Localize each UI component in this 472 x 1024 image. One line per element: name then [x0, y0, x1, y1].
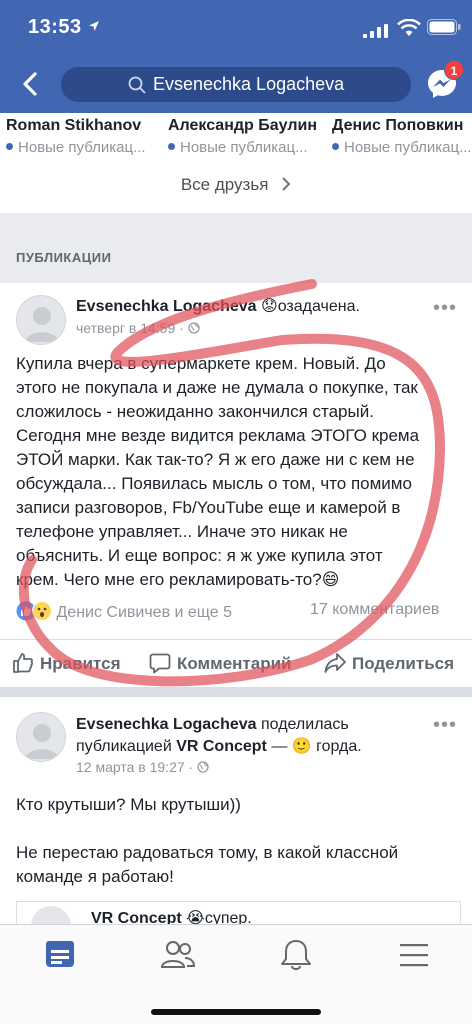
- comments-count[interactable]: 17 комментариев: [310, 601, 439, 619]
- share-icon: [324, 653, 346, 673]
- avatar-placeholder-icon: [25, 307, 59, 342]
- shared-feeling: супер.: [204, 910, 252, 924]
- like-button[interactable]: Нравится: [12, 652, 121, 674]
- post-card: Evsenechka Logacheva поделилась публикац…: [0, 697, 472, 924]
- signal-icon: [363, 24, 388, 38]
- post-author[interactable]: Evsenechka Logacheva: [76, 298, 257, 315]
- post-feeling: озадачена.: [277, 298, 360, 315]
- post-line: сложилось - неожиданно закончился старый…: [16, 402, 374, 421]
- news-feed-icon[interactable]: [40, 937, 80, 973]
- post-author-line: Evsenechka Logacheva 😟озадачена.: [76, 296, 360, 316]
- tab-bar: [0, 924, 472, 1024]
- post-time[interactable]: четверг в 14:59: [76, 320, 175, 336]
- back-icon[interactable]: [18, 70, 44, 98]
- grin-emoji: 😄: [321, 570, 340, 589]
- messenger-badge: 1: [444, 60, 464, 80]
- friends-icon[interactable]: [158, 937, 198, 973]
- shared-text-2: публикацией: [76, 738, 172, 755]
- status-time: 13:53: [28, 16, 82, 38]
- post-options-button[interactable]: •••: [433, 297, 457, 320]
- post-line: Не перестаю радоваться тому, в какой кла…: [16, 843, 399, 862]
- like-label: Нравится: [40, 654, 121, 673]
- share-button[interactable]: Поделиться: [324, 652, 454, 674]
- search-input[interactable]: Evsenechka Logacheva: [61, 67, 411, 102]
- top-bar: 13:53 Evsenechka Logacheva 1: [0, 0, 472, 113]
- avatar[interactable]: [16, 712, 66, 762]
- reactions-text: Денис Сивичев и еще 5: [56, 604, 233, 621]
- friend-subtitle: Новые публикац...: [6, 139, 146, 156]
- friend-subtitle: Новые публикац...: [332, 139, 472, 156]
- comment-icon: [149, 653, 171, 674]
- post-line: записи разговоров, Fb/YouTube еще и каме…: [16, 498, 401, 517]
- friend-subtitle: Новые публикац...: [168, 139, 317, 156]
- post-line: крем. Чего мне его рекламировать-то?😄: [16, 570, 340, 589]
- shared-post-card[interactable]: VR Concept 😭супер.: [16, 901, 461, 924]
- shared-page[interactable]: VR Concept: [176, 738, 267, 755]
- post-line: ЭТОЙ марки. Как так-то? Я ж его даже ни …: [16, 450, 415, 469]
- friend-item[interactable]: Александр Баулин Новые публикац...: [168, 117, 317, 156]
- globe-icon: [188, 322, 200, 334]
- feeling-emoji: 😭: [186, 910, 205, 924]
- post-line: Купила вчера в супермаркете крем. Новый.…: [16, 354, 386, 373]
- post-feeling: горда.: [316, 738, 362, 755]
- post-line: Кто крутыши? Мы крутыши)): [16, 795, 241, 814]
- post-line: Сегодня мне везде видится реклама ЭТОГО …: [16, 426, 420, 445]
- shared-avatar: [31, 906, 71, 924]
- section-header: ПУБЛИКАЦИИ: [0, 213, 472, 283]
- wifi-icon: [397, 19, 421, 36]
- avatar-placeholder-icon: [25, 724, 59, 759]
- nav-bar: Evsenechka Logacheva 1: [0, 56, 472, 113]
- status-bar: 13:53: [0, 0, 472, 56]
- chevron-right-icon: [282, 177, 291, 191]
- comment-button[interactable]: Комментарий: [149, 652, 291, 674]
- post-body: Купила вчера в супермаркете крем. Новый.…: [16, 352, 461, 592]
- post-meta: четверг в 14:59 ·: [76, 320, 200, 336]
- post-options-button[interactable]: •••: [433, 714, 457, 737]
- search-icon: [128, 76, 146, 94]
- feeling-emoji: 🙂: [291, 738, 312, 755]
- menu-icon[interactable]: [394, 937, 434, 973]
- battery-icon: [427, 19, 461, 35]
- home-indicator: [151, 1009, 321, 1015]
- reactions-summary[interactable]: Денис Сивичев и еще 5: [16, 601, 232, 622]
- post-meta: 12 марта в 19:27 ·: [76, 759, 209, 775]
- friend-item[interactable]: Денис Поповкин Новые публикац...: [332, 117, 472, 156]
- shared-text: поделилась: [261, 716, 349, 733]
- friend-name: Денис Поповкин: [332, 117, 464, 134]
- new-dot: [6, 143, 13, 150]
- all-friends-label: Все друзья: [180, 175, 269, 194]
- shared-author-line: VR Concept 😭супер.: [91, 908, 252, 924]
- post-line: этого не покупала и даже не думала о пок…: [16, 378, 418, 397]
- friend-name: Александр Баулин: [168, 117, 317, 134]
- post-card: Evsenechka Logacheva 😟озадачена. четверг…: [0, 283, 472, 687]
- globe-icon: [197, 761, 209, 773]
- friend-item[interactable]: Roman Stikhanov Новые публикац...: [6, 117, 146, 156]
- search-text: Evsenechka Logacheva: [153, 74, 345, 94]
- avatar[interactable]: [16, 295, 66, 345]
- post-line: объяснить. И еще вопрос: я ж уже купила …: [16, 546, 383, 565]
- share-label: Поделиться: [352, 654, 455, 673]
- comment-label: Комментарий: [177, 654, 292, 673]
- feeling-emoji: 😟: [261, 298, 278, 315]
- new-dot: [168, 143, 175, 150]
- friend-name: Roman Stikhanov: [6, 117, 142, 134]
- post-time[interactable]: 12 марта в 19:27: [76, 759, 185, 775]
- post-line: обсуждала... Появилась мысль о том, что …: [16, 474, 412, 493]
- post-line: команде я работаю!: [16, 867, 174, 886]
- notifications-icon[interactable]: [276, 937, 316, 973]
- location-icon: [89, 21, 99, 31]
- like-icon: [13, 653, 34, 673]
- post-line: телефоне управляет... Иначе это никак не: [16, 522, 348, 541]
- section-label: ПУБЛИКАЦИИ: [16, 250, 112, 265]
- wow-reaction-icon: [32, 601, 52, 621]
- shared-author[interactable]: VR Concept: [91, 910, 182, 924]
- post-author-line: Evsenechka Logacheva поделилась публикац…: [76, 716, 362, 755]
- friends-strip: Roman Stikhanov Новые публикац... Алекса…: [0, 113, 472, 213]
- post-author[interactable]: Evsenechka Logacheva: [76, 716, 257, 733]
- post-actions: Нравится Комментарий Поделиться: [0, 639, 472, 687]
- all-friends-link[interactable]: Все друзья: [0, 175, 472, 195]
- new-dot: [332, 143, 339, 150]
- post-body: Кто крутыши? Мы крутыши)) Не перестаю ра…: [16, 793, 461, 889]
